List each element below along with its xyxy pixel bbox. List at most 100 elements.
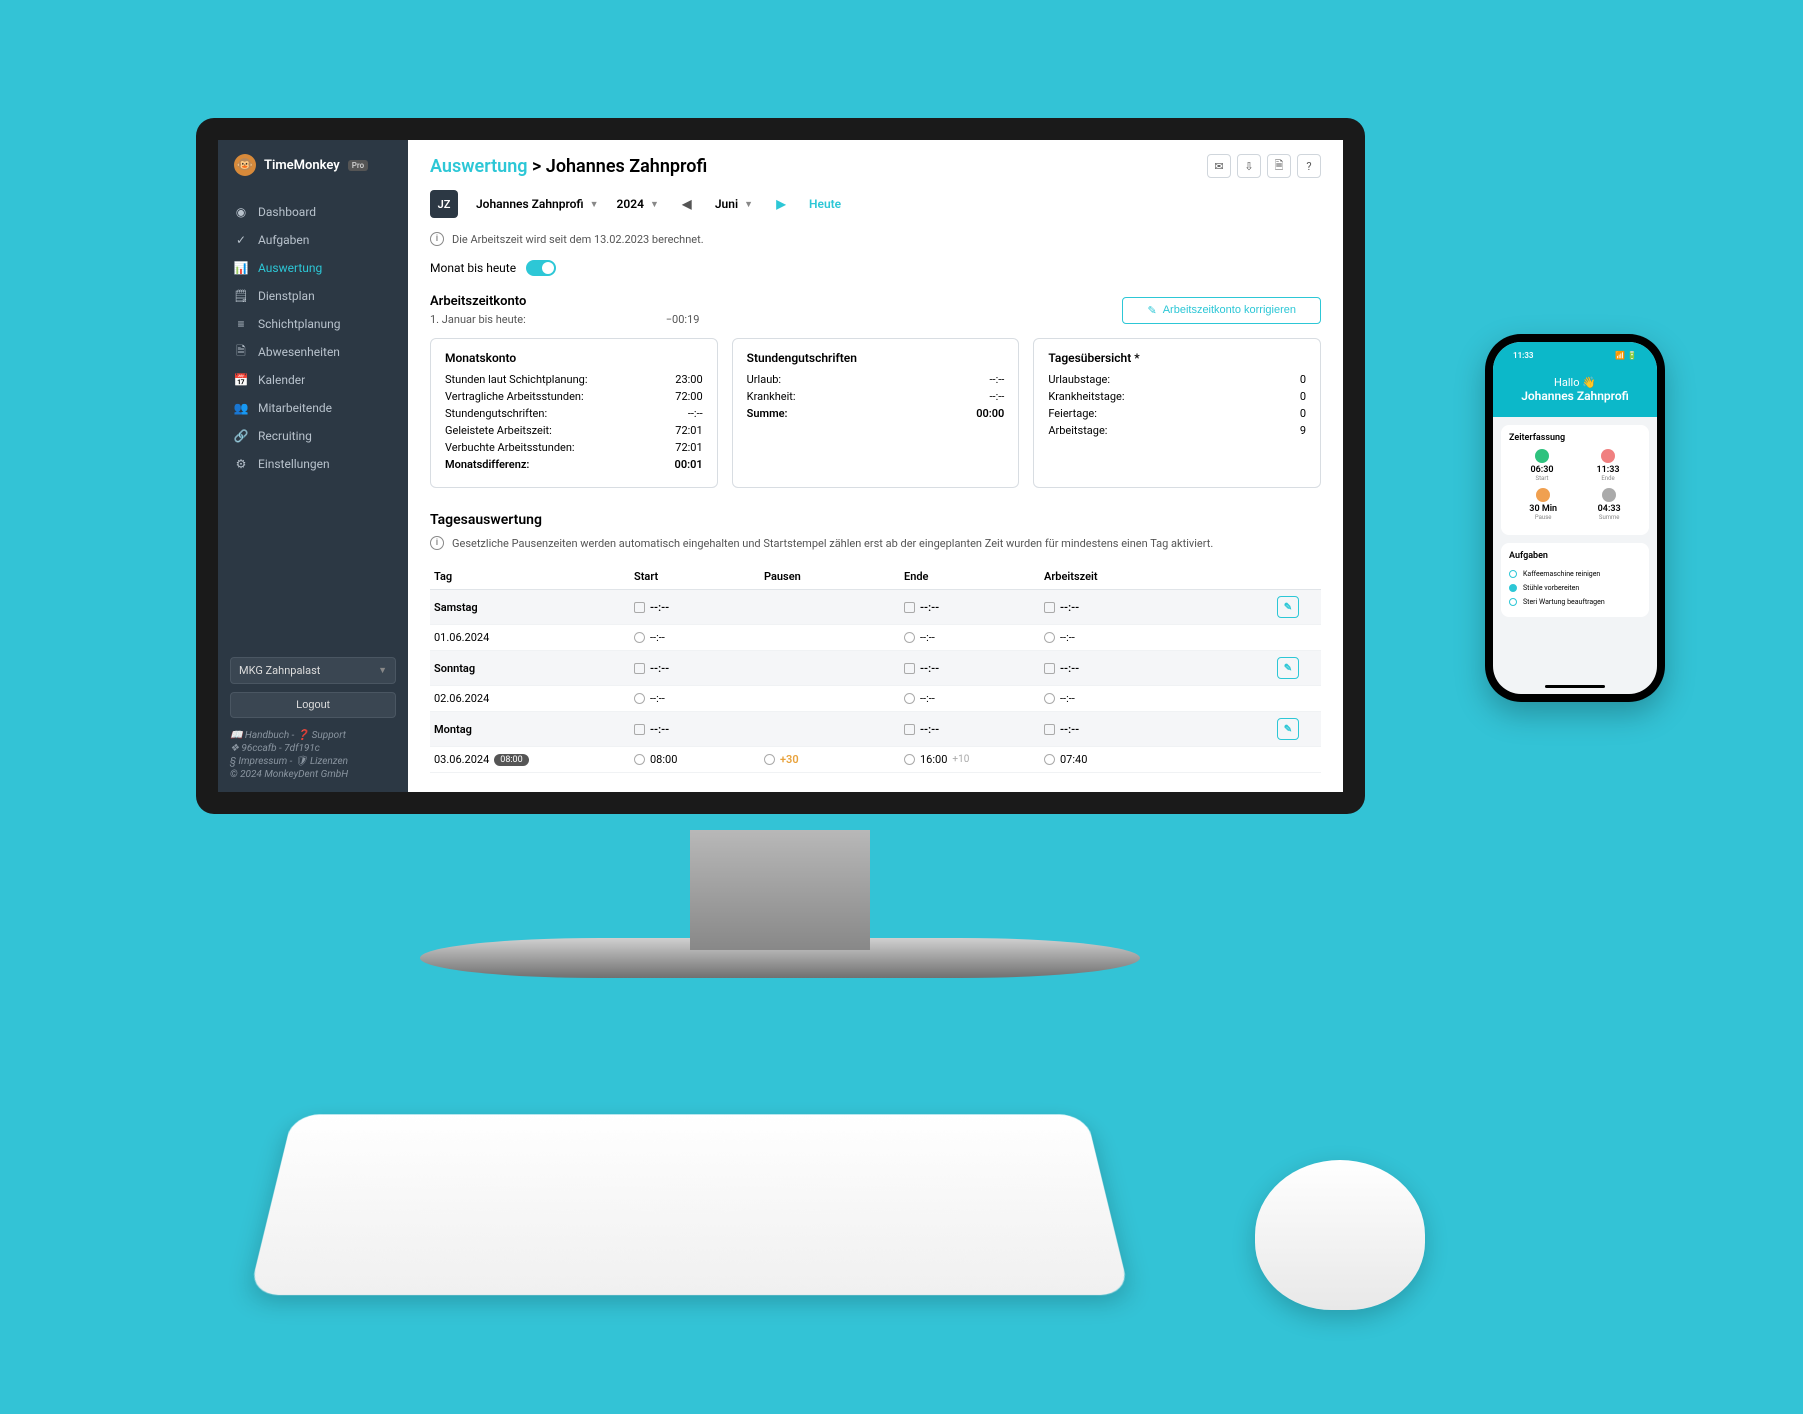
cell-az: --:-- <box>1044 631 1277 644</box>
phone: 11:33 📶 🔋 Hallo 👋 Johannes Zahnprofi Zei… <box>1485 334 1665 702</box>
person-select[interactable]: Johannes Zahnprofi▼ <box>476 197 599 211</box>
sidebar-item-recruiting[interactable]: 🔗Recruiting <box>218 422 408 450</box>
phone-screen: 11:33 📶 🔋 Hallo 👋 Johannes Zahnprofi Zei… <box>1493 342 1657 694</box>
correct-account-button[interactable]: ✎ Arbeitszeitkonto korrigieren <box>1122 297 1321 324</box>
tages-info: i Gesetzliche Pausenzeiten werden automa… <box>430 536 1321 550</box>
sidebar-item-dienstplan[interactable]: 🗒 Dienstplan <box>218 282 408 310</box>
brand-name: TimeMonkey <box>264 158 340 173</box>
time-label: Summe <box>1598 514 1621 521</box>
kv-key: Urlaub: <box>747 373 781 386</box>
kv-value: 72:00 <box>675 390 702 403</box>
header-actions: ✉ ⇩ 🗎 ? <box>1207 154 1321 178</box>
next-month-button[interactable]: ▶ <box>771 197 791 211</box>
time-label: Start <box>1530 475 1553 482</box>
download-icon[interactable]: ⇩ <box>1237 154 1261 178</box>
edit-row-button[interactable]: ✎ <box>1277 596 1299 618</box>
table-day-header: Montag --:-- --:-- --:-- ✎ <box>430 712 1321 747</box>
help-icon[interactable]: ? <box>1297 154 1321 178</box>
sidebar-item-abwesenheiten[interactable]: 🗎Abwesenheiten <box>218 338 408 366</box>
calendar-icon <box>904 602 915 613</box>
edit-row-button[interactable]: ✎ <box>1277 718 1299 740</box>
sidebar-item-aufgaben[interactable]: ✓Aufgaben <box>218 226 408 254</box>
calendar-icon <box>634 724 645 735</box>
card-title: Stundengutschriften <box>747 351 1005 365</box>
edit-row-button[interactable]: ✎ <box>1277 657 1299 679</box>
phone-card-title: Zeiterfassung <box>1509 433 1641 443</box>
kv-value: --:-- <box>990 373 1005 386</box>
status-dot-icon <box>1601 449 1615 463</box>
footer-copyright: © 2024 MonkeyDent GmbH <box>230 769 396 780</box>
nav-item-label: Abwesenheiten <box>258 345 340 359</box>
sidebar-item-auswertung[interactable]: 📊Auswertung <box>218 254 408 282</box>
kv-key: Vertragliche Arbeitsstunden: <box>445 390 584 403</box>
layers-icon: ≡ <box>234 317 248 331</box>
month-to-date-toggle[interactable] <box>526 260 556 276</box>
cell-start: --:-- <box>634 662 764 675</box>
clock-icon <box>634 754 645 765</box>
card-title: Monatskonto <box>445 351 703 365</box>
calendar-icon: 📅 <box>234 373 248 387</box>
phone-home-indicator <box>1545 685 1605 688</box>
kv-value: 0 <box>1300 373 1306 386</box>
kv-key: Feiertage: <box>1048 407 1097 420</box>
info-text: Die Arbeitszeit wird seit dem 13.02.2023… <box>452 233 704 246</box>
phone-card-tasks: Aufgaben Kaffeemaschine reinigenStühle v… <box>1501 543 1649 617</box>
kv-value: --:-- <box>688 407 703 420</box>
time-value: 30 Min <box>1529 504 1557 514</box>
sidebar-item-mitarbeitende[interactable]: 👥Mitarbeitende <box>218 394 408 422</box>
kv-row: Geleistete Arbeitszeit:72:01 <box>445 424 703 437</box>
card-gutschriften: Stundengutschriften Urlaub:--:--Krankhei… <box>732 338 1020 488</box>
status-dot-icon <box>1535 449 1549 463</box>
phone-task-item[interactable]: Stühle vorbereiten <box>1509 581 1641 595</box>
table-day-header: Samstag --:-- --:-- --:-- ✎ <box>430 590 1321 625</box>
clipboard-icon: 🗒 <box>234 289 248 303</box>
chevron-down-icon: ▼ <box>378 665 387 676</box>
task-label: Steri Wartung beauftragen <box>1523 598 1605 606</box>
kv-key: Arbeitstage: <box>1048 424 1107 437</box>
sidebar-item-kalender[interactable]: 📅 Kalender <box>218 366 408 394</box>
kv-row: Summe:00:00 <box>747 407 1005 420</box>
time-value: 06:30 <box>1530 465 1553 475</box>
avatar[interactable]: JZ <box>430 190 458 218</box>
kv-value: 0 <box>1300 407 1306 420</box>
mail-icon[interactable]: ✉ <box>1207 154 1231 178</box>
link-icon: 🔗 <box>234 429 248 443</box>
clock-icon <box>904 754 915 765</box>
nav-item-label: Dienstplan <box>258 289 315 303</box>
year-select[interactable]: 2024▼ <box>617 197 659 211</box>
toggle-row: Monat bis heute <box>430 260 1321 276</box>
cell-ende: --:-- <box>904 692 1044 705</box>
prev-month-button[interactable]: ◀ <box>677 197 697 211</box>
time-value: 04:33 <box>1598 504 1621 514</box>
gauge-icon: ◉ <box>234 205 248 219</box>
sidebar-item-schichtplanung[interactable]: ≡Schichtplanung <box>218 310 408 338</box>
phone-task-item[interactable]: Kaffeemaschine reinigen <box>1509 567 1641 581</box>
today-link[interactable]: Heute <box>809 197 841 211</box>
sidebar-item-dashboard[interactable]: ◉Dashboard <box>218 198 408 226</box>
export-icon[interactable]: 🗎 <box>1267 154 1291 178</box>
phone-hero: Hallo 👋 Johannes Zahnprofi <box>1493 368 1657 417</box>
nav-item-label: Kalender <box>258 373 305 387</box>
clock-icon <box>1044 693 1055 704</box>
col-pausen: Pausen <box>764 570 904 583</box>
card-tagesuebersicht: Tagesübersicht * Urlaubstage:0Krankheits… <box>1033 338 1321 488</box>
cell-ende: --:-- <box>904 662 1044 675</box>
breadcrumb-root[interactable]: Auswertung <box>430 156 528 177</box>
card-title: Tagesübersicht * <box>1048 351 1306 365</box>
phone-task-item[interactable]: Steri Wartung beauftragen <box>1509 595 1641 609</box>
nav-item-label: Aufgaben <box>258 233 309 247</box>
phone-time-block[interactable]: 11:33Ende <box>1596 449 1619 482</box>
phone-time-block[interactable]: 04:33Summe <box>1598 488 1621 521</box>
phone-time-block[interactable]: 30 MinPause <box>1529 488 1557 521</box>
shift-badge: 08:00 <box>494 754 528 766</box>
cell-ende: --:-- <box>904 723 1044 736</box>
logout-button[interactable]: Logout <box>230 692 396 718</box>
phone-time-block[interactable]: 06:30Start <box>1530 449 1553 482</box>
org-select[interactable]: MKG Zahnpalast ▼ <box>230 657 396 684</box>
task-label: Kaffeemaschine reinigen <box>1523 570 1600 578</box>
page-head: Auswertung > Johannes Zahnprofi ✉ ⇩ 🗎 ? <box>430 154 1321 178</box>
clock-icon <box>904 693 915 704</box>
cell-start: --:-- <box>634 723 764 736</box>
sidebar-item-einstellungen[interactable]: ⚙Einstellungen <box>218 450 408 478</box>
month-select[interactable]: Juni▼ <box>715 197 753 211</box>
